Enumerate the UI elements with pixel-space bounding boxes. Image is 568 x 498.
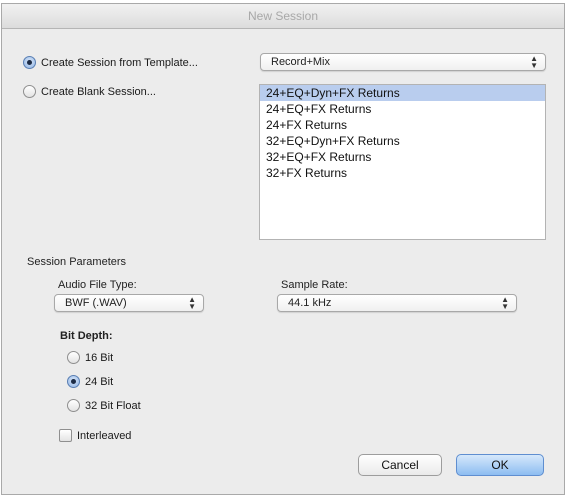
bit-depth-32-float-radio[interactable] [67,399,80,412]
bit-depth-16-label: 16 Bit [85,351,114,364]
bit-depth-24-radio[interactable] [67,375,80,388]
window-title: New Session [247,9,319,23]
bit-depth-16-option[interactable]: 16 Bit [67,351,113,364]
title-bar[interactable]: New Session [2,4,564,29]
template-group-value: Record+Mix [271,56,330,68]
template-list[interactable]: 24+EQ+Dyn+FX Returns 24+EQ+FX Returns 24… [259,84,546,240]
create-blank-option[interactable]: Create Blank Session... [23,85,156,98]
create-from-template-radio[interactable] [23,56,36,69]
template-list-item[interactable]: 24+EQ+Dyn+FX Returns [260,85,545,101]
select-arrows-icon: ▲ ▼ [501,295,509,311]
template-group-select[interactable]: Record+Mix ▲ ▼ [260,53,546,71]
template-list-item[interactable]: 32+FX Returns [260,165,545,181]
bit-depth-16-radio[interactable] [67,351,80,364]
template-list-item[interactable]: 24+EQ+FX Returns [260,101,545,117]
bit-depth-32-float-option[interactable]: 32 Bit Float [67,399,141,412]
create-blank-label: Create Blank Session... [41,85,156,98]
bit-depth-label: Bit Depth: [60,330,113,342]
template-list-item[interactable]: 32+EQ+FX Returns [260,149,545,165]
audio-file-type-select[interactable]: BWF (.WAV) ▲ ▼ [54,294,204,312]
interleaved-option[interactable]: Interleaved [59,429,131,442]
bit-depth-32-float-label: 32 Bit Float [85,399,141,412]
ok-button[interactable]: OK [456,454,544,476]
new-session-dialog: New Session Create Session from Template… [1,3,565,495]
template-list-item[interactable]: 32+EQ+Dyn+FX Returns [260,133,545,149]
select-arrows-icon: ▲ ▼ [188,295,196,311]
bit-depth-24-option[interactable]: 24 Bit [67,375,113,388]
sample-rate-select[interactable]: 44.1 kHz ▲ ▼ [277,294,517,312]
session-parameters-heading: Session Parameters [27,256,127,268]
bit-depth-24-label: 24 Bit [85,375,114,388]
sample-rate-value: 44.1 kHz [288,297,332,309]
interleaved-label: Interleaved [77,429,132,442]
audio-file-type-label: Audio File Type: [58,279,137,291]
template-list-item[interactable]: 24+FX Returns [260,117,545,133]
select-arrows-icon: ▲ ▼ [530,54,538,70]
create-from-template-label: Create Session from Template... [41,56,198,69]
create-from-template-option[interactable]: Create Session from Template... [23,56,198,69]
cancel-button[interactable]: Cancel [358,454,442,476]
create-blank-radio[interactable] [23,85,36,98]
sample-rate-label: Sample Rate: [281,279,348,291]
audio-file-type-value: BWF (.WAV) [65,297,127,309]
interleaved-checkbox[interactable] [59,429,72,442]
